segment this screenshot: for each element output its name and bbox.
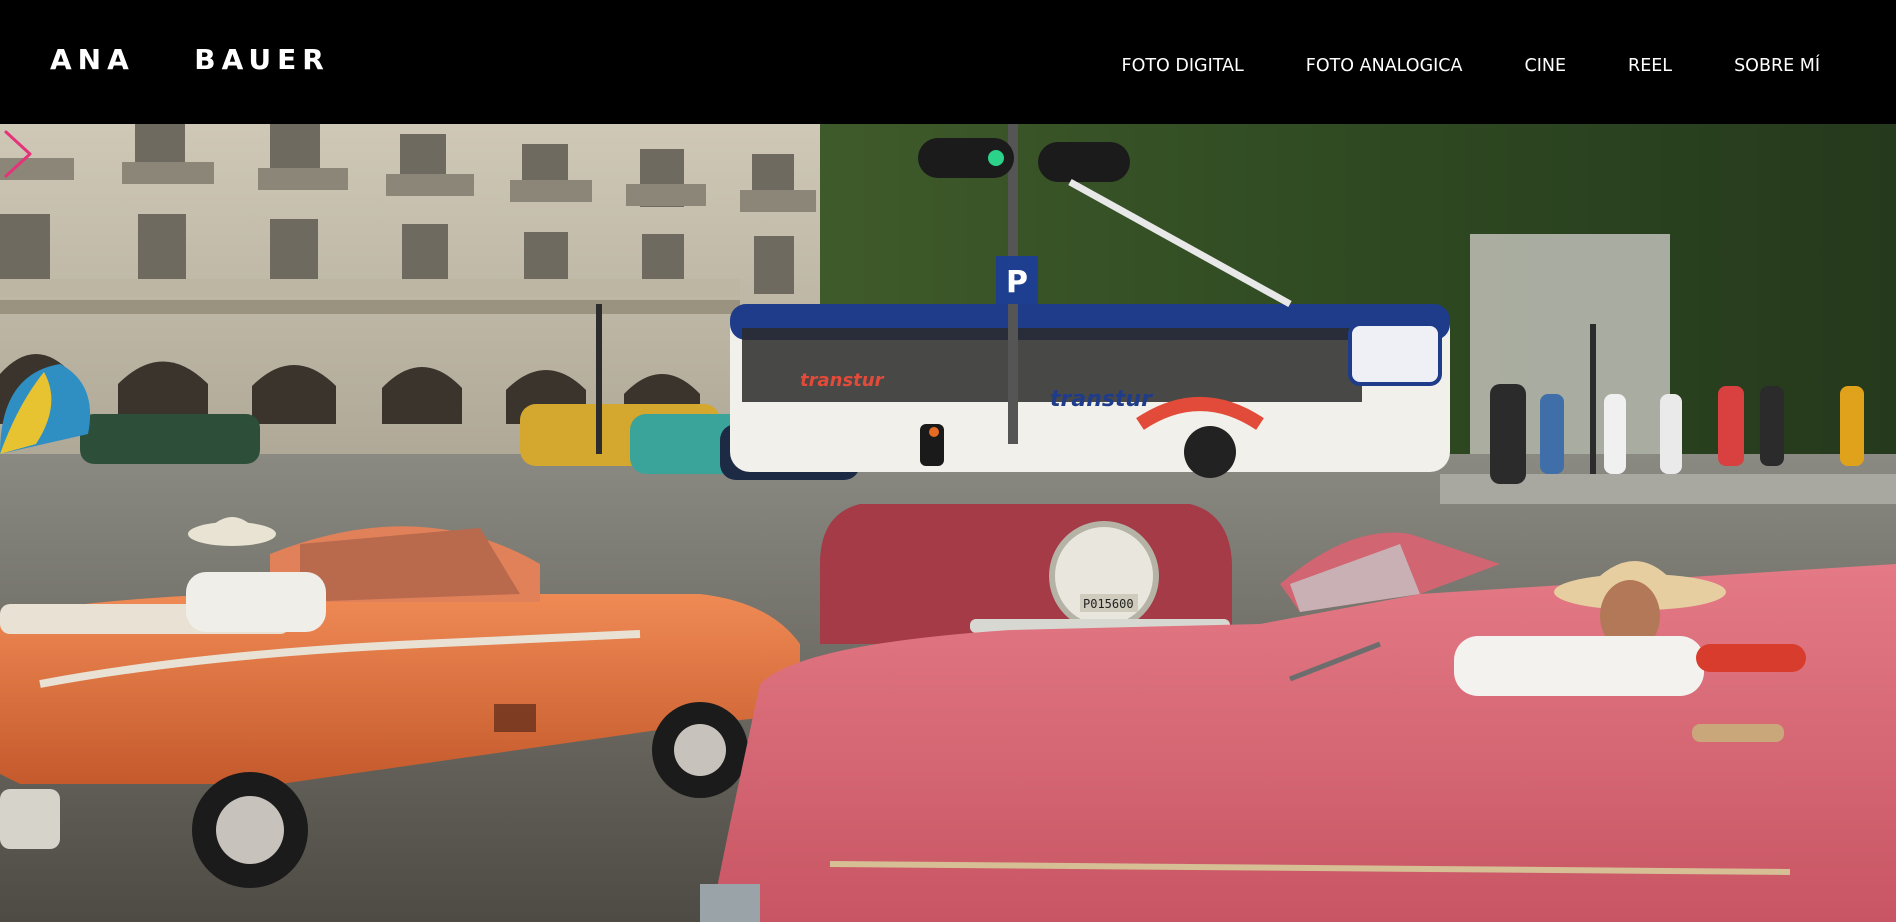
site-header: ANA BAUER FOTO DIGITAL FOTO ANALOGICA CI… — [0, 0, 1896, 124]
hero-slideshow-image: transtur transtur P P015600 — [0, 124, 1896, 922]
bus-brand-text-2: transtur — [800, 370, 885, 391]
chevron-right-icon[interactable] — [0, 124, 36, 184]
nav-item-cine[interactable]: CINE — [1525, 54, 1567, 78]
traffic-light-right — [1038, 142, 1130, 182]
nav-item-sobre-mi[interactable]: SOBRE MÍ — [1734, 54, 1820, 78]
nav-item-reel[interactable]: REEL — [1628, 54, 1672, 78]
main-nav: FOTO DIGITAL FOTO ANALOGICA CINE REEL SO… — [1122, 54, 1821, 78]
nav-item-foto-digital[interactable]: FOTO DIGITAL — [1122, 54, 1244, 78]
havana-street-photo: transtur transtur P P015600 — [0, 124, 1896, 922]
site-logo[interactable]: ANA BAUER — [50, 43, 330, 76]
svg-text:P015600: P015600 — [1083, 597, 1134, 611]
svg-text:P: P — [1006, 265, 1028, 300]
transtur-bus: transtur transtur — [730, 304, 1450, 478]
nav-item-foto-analogica[interactable]: FOTO ANALOGICA — [1306, 54, 1463, 78]
bus-brand-text: transtur — [1050, 387, 1153, 412]
